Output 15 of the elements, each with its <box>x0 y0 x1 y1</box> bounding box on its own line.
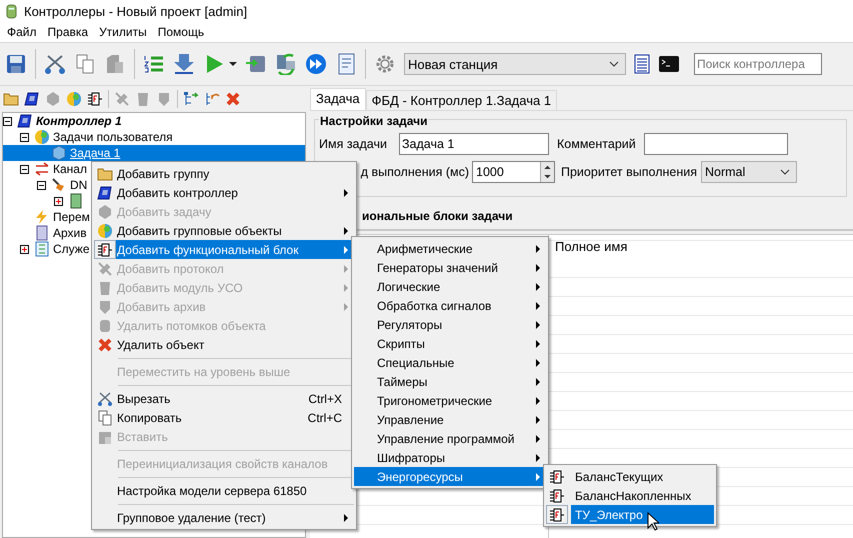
field-label: д выполнения (мс) <box>360 165 470 179</box>
tree-label: Контроллер 1 <box>36 114 122 128</box>
tree-label: Перем <box>53 210 90 224</box>
tree-label: Канал <box>53 162 87 176</box>
tree-label: Задача 1 <box>70 146 120 160</box>
column-header: Полное имя <box>555 239 628 254</box>
tree-label: Архив <box>53 226 87 240</box>
field-label: Имя задачи <box>319 137 388 151</box>
group-title: Настройки задачи <box>319 114 428 128</box>
tree-label: Задачи пользователя <box>53 130 173 144</box>
tree-label: Служе <box>53 242 90 256</box>
tree-label: DN <box>70 178 88 192</box>
field-label: Комментарий <box>557 137 636 151</box>
field-label: Приоритет выполнения <box>561 165 697 179</box>
window-title: Контроллеры - Новый проект [admin] <box>24 4 248 18</box>
